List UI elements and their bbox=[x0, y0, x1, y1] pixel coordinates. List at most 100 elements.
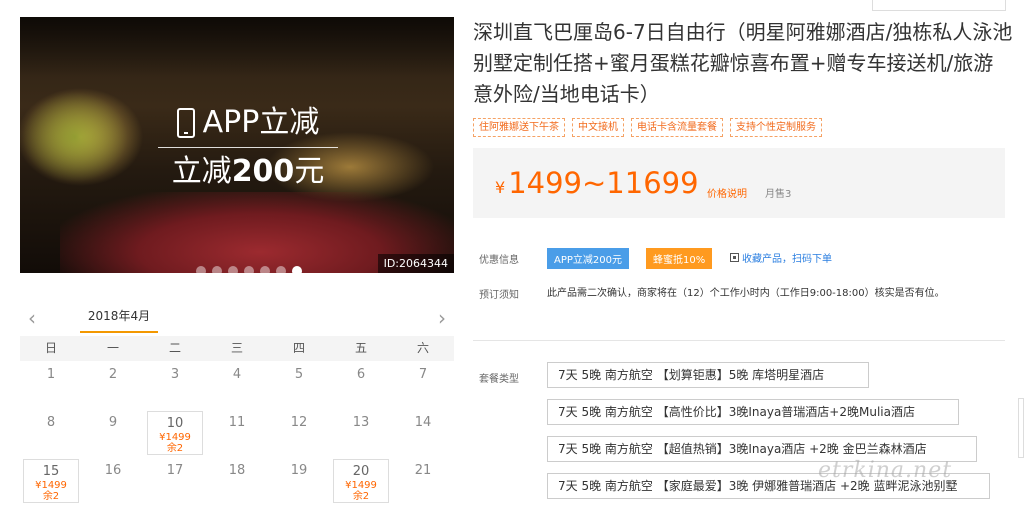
calendar-day: 21 bbox=[392, 457, 454, 505]
price-calendar: ‹ 2018年4月 › 日一二三四五六 1 2 3 4 5 6 7 8 9 10 ¥1499 余2 11… bbox=[20, 300, 454, 505]
day-price: ¥1499 bbox=[35, 480, 67, 491]
chevron-left-icon[interactable]: ‹ bbox=[28, 306, 36, 330]
qr-code-icon bbox=[730, 253, 739, 262]
calendar-day: 9 bbox=[82, 409, 144, 457]
scrollbar[interactable] bbox=[1018, 398, 1024, 458]
promo-line2: 立减200元 bbox=[171, 154, 325, 189]
header-box-edge bbox=[872, 0, 1006, 11]
day-number: 21 bbox=[414, 463, 432, 478]
weekday-label: 三 bbox=[230, 341, 243, 355]
watermark: etrkina.net bbox=[818, 458, 953, 483]
weekday-label: 四 bbox=[292, 341, 305, 355]
weekday-label: 二 bbox=[168, 341, 181, 355]
calendar-day: 17 bbox=[144, 457, 206, 505]
booking-label: 预订须知 bbox=[479, 290, 519, 301]
day-number: 9 bbox=[108, 415, 118, 430]
day-number: 6 bbox=[356, 367, 366, 382]
weekday-label: 六 bbox=[416, 341, 429, 355]
day-number: 13 bbox=[352, 415, 370, 430]
price-range: ¥ 1499~11699 bbox=[495, 166, 699, 200]
calendar-day: 11 bbox=[206, 409, 268, 457]
calendar-day: 16 bbox=[82, 457, 144, 505]
booking-notice: 此产品需二次确认，商家将在（12）个工作小时内（工作日9:00-18:00）核实… bbox=[547, 288, 945, 299]
product-tag: 电话卡含流量套餐 bbox=[631, 118, 723, 137]
day-number: 17 bbox=[166, 463, 184, 478]
calendar-day-available[interactable]: 20 ¥1499 余2 bbox=[333, 459, 389, 503]
calendar-day: 13 bbox=[330, 409, 392, 457]
day-remaining: 余2 bbox=[42, 491, 60, 502]
calendar-day: 3 bbox=[144, 361, 206, 409]
day-price: ¥1499 bbox=[345, 480, 377, 491]
day-number: 2 bbox=[108, 367, 118, 382]
calendar-day: 19 bbox=[268, 457, 330, 505]
calendar-day-available[interactable]: 10 ¥1499 余2 bbox=[147, 411, 203, 455]
carousel-dot[interactable] bbox=[276, 266, 286, 273]
bee-discount-badge: 蜂蜜抵10% bbox=[646, 248, 713, 269]
day-number: 11 bbox=[228, 415, 246, 430]
image-id-label: ID:2064344 bbox=[377, 254, 454, 273]
monthly-sales: 月售3 bbox=[765, 189, 792, 200]
roof-shadow bbox=[20, 17, 454, 77]
carousel-dot[interactable] bbox=[292, 266, 302, 273]
calendar-day: 18 bbox=[206, 457, 268, 505]
app-promo-overlay: APP立减 立减200元 bbox=[158, 105, 338, 192]
day-number: 4 bbox=[232, 367, 242, 382]
day-number: 19 bbox=[290, 463, 308, 478]
product-image-carousel[interactable]: APP立减 立减200元 ID:2064344 bbox=[20, 17, 454, 273]
product-tag: 支持个性定制服务 bbox=[730, 118, 822, 137]
calendar-day: 14 bbox=[392, 409, 454, 457]
calendar-day: 4 bbox=[206, 361, 268, 409]
calendar-day: 6 bbox=[330, 361, 392, 409]
day-remaining: 余2 bbox=[166, 443, 184, 454]
section-divider bbox=[473, 340, 1005, 341]
app-discount-badge: APP立减200元 bbox=[547, 248, 629, 269]
day-number: 20 bbox=[352, 464, 370, 479]
calendar-weekdays: 日一二三四五六 bbox=[20, 336, 454, 361]
phone-icon bbox=[176, 108, 195, 138]
package-label: 套餐类型 bbox=[479, 374, 519, 385]
calendar-days: 1 2 3 4 5 6 7 8 9 10 ¥1499 余2 11 12 13 14 15 ¥1499 余2 16 17 1… bbox=[20, 361, 454, 505]
product-title: 深圳直飞巴厘岛6-7日自由行（明星阿雅娜酒店/独栋私人泳池别墅定制任搭+蜜月蛋糕… bbox=[473, 20, 1013, 106]
carousel-dots[interactable] bbox=[196, 266, 302, 273]
calendar-day: 8 bbox=[20, 409, 82, 457]
day-number: 5 bbox=[294, 367, 304, 382]
carousel-dot[interactable] bbox=[244, 266, 254, 273]
calendar-header: ‹ 2018年4月 › bbox=[20, 300, 454, 336]
price-panel: ¥ 1499~11699 价格说明 月售3 bbox=[473, 148, 1005, 218]
calendar-day: 7 bbox=[392, 361, 454, 409]
package-option[interactable]: 7天 5晚 南方航空 【划算钜惠】5晚 库塔明星酒店 bbox=[547, 362, 869, 388]
day-remaining: 余2 bbox=[352, 491, 370, 502]
day-number: 7 bbox=[418, 367, 428, 382]
day-number: 12 bbox=[290, 415, 308, 430]
product-tags: 住阿雅娜送下午茶 中文接机 电话卡含流量套餐 支持个性定制服务 bbox=[473, 118, 822, 137]
weekday-label: 一 bbox=[106, 341, 119, 355]
day-number: 16 bbox=[104, 463, 122, 478]
carousel-dot[interactable] bbox=[228, 266, 238, 273]
product-tag: 中文接机 bbox=[572, 118, 624, 137]
day-number: 14 bbox=[414, 415, 432, 430]
offers-label: 优惠信息 bbox=[479, 255, 519, 266]
price-note-link[interactable]: 价格说明 bbox=[707, 185, 747, 200]
day-price: ¥1499 bbox=[159, 432, 191, 443]
day-number: 8 bbox=[46, 415, 56, 430]
day-number: 3 bbox=[170, 367, 180, 382]
package-option[interactable]: 7天 5晚 南方航空 【高性价比】3晚Inaya普瑞酒店+2晚Mulia酒店 bbox=[547, 399, 959, 425]
calendar-day: 5 bbox=[268, 361, 330, 409]
carousel-dot[interactable] bbox=[260, 266, 270, 273]
carousel-dot[interactable] bbox=[212, 266, 222, 273]
calendar-day: 12 bbox=[268, 409, 330, 457]
day-number: 18 bbox=[228, 463, 246, 478]
favorite-link[interactable]: 收藏产品，扫码下单 bbox=[730, 250, 832, 265]
day-number: 10 bbox=[166, 416, 184, 431]
calendar-day: 1 bbox=[20, 361, 82, 409]
weekday-label: 日 bbox=[44, 341, 57, 355]
calendar-day-available[interactable]: 15 ¥1499 余2 bbox=[23, 459, 79, 503]
promo-line1: APP立减 bbox=[202, 105, 320, 140]
weekday-label: 五 bbox=[354, 341, 367, 355]
calendar-day: 2 bbox=[82, 361, 144, 409]
product-tag: 住阿雅娜送下午茶 bbox=[473, 118, 565, 137]
day-number: 15 bbox=[42, 464, 60, 479]
calendar-month-tab[interactable]: 2018年4月 bbox=[80, 307, 158, 333]
chevron-right-icon[interactable]: › bbox=[438, 306, 446, 330]
carousel-dot[interactable] bbox=[196, 266, 206, 273]
